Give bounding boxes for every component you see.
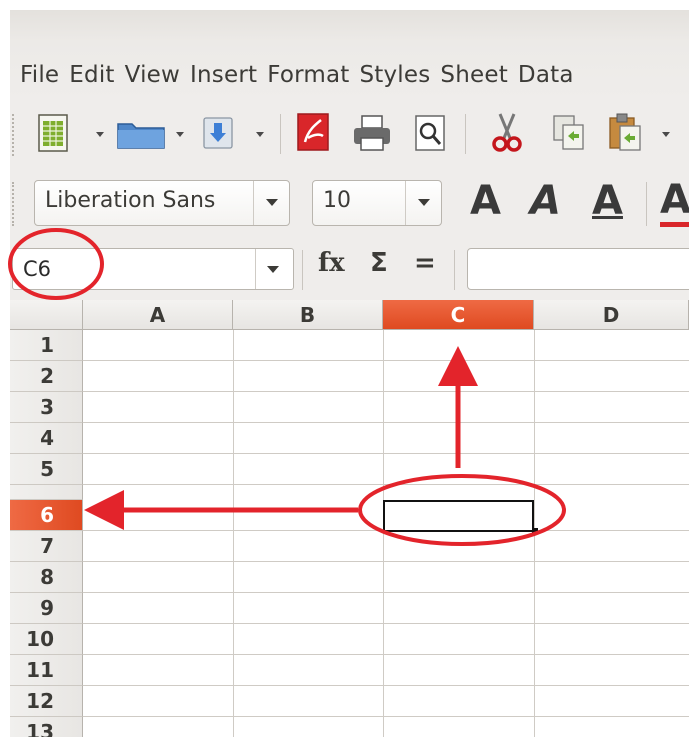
grid-line [233, 330, 234, 737]
grid-line [83, 623, 689, 624]
font-size-value: 10 [323, 188, 351, 213]
save-dropdown-arrow[interactable] [256, 132, 264, 137]
grid-line [383, 330, 384, 737]
print-preview-icon[interactable] [414, 114, 446, 152]
menu-format[interactable]: Format [265, 62, 357, 88]
menu-view[interactable]: View [123, 62, 188, 88]
grid-line [83, 654, 689, 655]
column-header-b[interactable]: B [233, 300, 383, 330]
grid-line [83, 453, 689, 454]
row-header-9[interactable]: 9 [10, 593, 83, 624]
new-dropdown-arrow[interactable] [96, 132, 104, 137]
row-header-7[interactable]: 7 [10, 531, 83, 562]
row-header-1[interactable]: 1 [10, 330, 83, 361]
chevron-down-icon[interactable] [267, 266, 279, 273]
toolbar-separator [302, 250, 303, 290]
row-header-10[interactable]: 10 [10, 624, 83, 655]
active-cell-c6[interactable] [383, 500, 534, 532]
row-header-6[interactable]: 6 [10, 500, 83, 531]
export-pdf-icon[interactable] [296, 112, 330, 152]
fill-handle[interactable] [532, 528, 538, 534]
menu-bar: File Edit View Insert Format Styles Shee… [10, 10, 689, 100]
font-size-combo[interactable]: 10 [312, 180, 442, 226]
paste-icon[interactable] [608, 112, 642, 152]
toolbar-grip[interactable] [12, 182, 17, 226]
row-header-11[interactable]: 11 [10, 655, 83, 686]
bold-button[interactable]: A [470, 178, 501, 224]
function-wizard-button[interactable]: fx [318, 248, 345, 278]
save-icon[interactable] [202, 116, 234, 150]
toolbar-separator [454, 250, 455, 290]
menu-styles[interactable]: Styles [357, 62, 438, 88]
name-box[interactable]: C6 [12, 248, 294, 290]
grid-line [83, 422, 689, 423]
row-header-4[interactable]: 4 [10, 423, 83, 454]
copy-icon[interactable] [552, 114, 586, 152]
menu-sheet[interactable]: Sheet [438, 62, 516, 88]
font-name-value: Liberation Sans [45, 188, 216, 213]
column-header-c[interactable]: C [383, 300, 534, 330]
grid-line [83, 561, 689, 562]
name-box-value: C6 [23, 257, 52, 281]
formula-button[interactable]: = [414, 248, 436, 278]
menu-insert[interactable]: Insert [188, 62, 265, 88]
menu-edit[interactable]: Edit [67, 62, 122, 88]
menu-file[interactable]: File [18, 62, 67, 88]
row-header-gap [10, 485, 83, 500]
row-header-3[interactable]: 3 [10, 392, 83, 423]
formatting-toolbar: Liberation Sans 10 [10, 168, 689, 240]
standard-toolbar [10, 100, 689, 168]
grid-line [83, 484, 689, 485]
sum-button[interactable]: Σ [370, 248, 388, 278]
font-name-combo[interactable]: Liberation Sans [34, 180, 290, 226]
grid-line [83, 360, 689, 361]
menu-data[interactable]: Data [516, 62, 582, 88]
row-header-12[interactable]: 12 [10, 686, 83, 717]
toolbar-separator [646, 182, 647, 226]
select-all-corner[interactable] [10, 300, 83, 330]
chevron-down-icon [266, 199, 278, 206]
libreoffice-calc-window: File Edit View Insert Format Styles Shee… [10, 10, 689, 737]
grid-line [83, 391, 689, 392]
font-color-button[interactable]: A [660, 178, 689, 227]
paste-dropdown-arrow[interactable] [662, 132, 670, 137]
new-spreadsheet-icon[interactable] [38, 114, 68, 152]
italic-button[interactable]: A [530, 178, 561, 224]
grid-line [83, 716, 689, 717]
column-header-a[interactable]: A [83, 300, 233, 330]
column-header-d[interactable]: D [534, 300, 689, 330]
font-size-dropdown-button[interactable] [405, 181, 440, 225]
spreadsheet-grid[interactable]: A B C D 1 2 3 4 5 6 7 8 9 10 11 12 13 [10, 300, 689, 737]
row-header-8[interactable]: 8 [10, 562, 83, 593]
open-dropdown-arrow[interactable] [176, 132, 184, 137]
row-header-13[interactable]: 13 [10, 717, 83, 737]
formula-input[interactable] [467, 248, 689, 290]
toolbar-separator [280, 114, 281, 154]
cut-icon[interactable] [490, 112, 524, 154]
open-folder-icon[interactable] [116, 118, 166, 150]
print-icon[interactable] [352, 114, 392, 152]
chevron-down-icon [418, 199, 430, 206]
toolbar-grip[interactable] [12, 114, 17, 156]
grid-line [83, 685, 689, 686]
row-header-5[interactable]: 5 [10, 454, 83, 485]
font-name-dropdown-button[interactable] [253, 181, 288, 225]
grid-line [83, 592, 689, 593]
row-header-2[interactable]: 2 [10, 361, 83, 392]
toolbar-separator [465, 114, 466, 154]
underline-button[interactable]: A [592, 178, 623, 224]
name-box-divider [255, 249, 256, 289]
